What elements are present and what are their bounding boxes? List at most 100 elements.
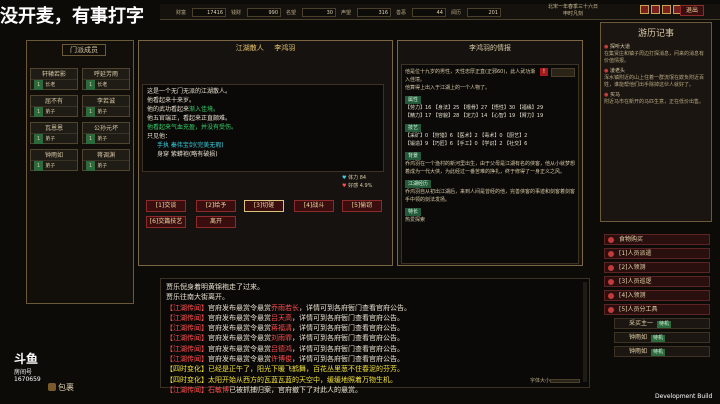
npc-action-button[interactable]: 离开 <box>196 216 236 228</box>
npc-line: 身穿 紫蟒袍(略有破损) <box>147 150 379 159</box>
heart-icon: ♥ <box>342 175 347 181</box>
log-text: 官府发布悬赏令悬赏 <box>208 334 271 343</box>
log-line: 贾乐往南大街离开。 <box>166 293 229 302</box>
log-tag: 【江湖传闻】 <box>166 324 208 333</box>
info-section-row: 【采矿】0 【狩猎】6 【医术】2 【毒术】0 【厨艺】2 <box>405 133 528 139</box>
npc-action-button[interactable]: [3]切磋 <box>244 200 284 212</box>
info-section-row: 【劳力】16 【身法】25 【根骨】27 【悟性】30 【福缘】29 <box>405 105 544 111</box>
side-item-label: [3]人员巡逻 <box>619 278 652 285</box>
side-item-label: [5]人员分工具 <box>619 306 658 313</box>
member-name: 瓦恩恩 <box>31 123 77 134</box>
travel-entry-head: ● 探听大道 <box>604 44 708 51</box>
top-stat-value: 316 <box>357 7 391 17</box>
side-item[interactable]: 钟雨如 待机 <box>614 332 710 343</box>
map-icon[interactable] <box>640 5 649 14</box>
member-card[interactable]: 李若诚 1 弟子 <box>82 95 130 117</box>
info-warning-icon: ! <box>540 68 548 76</box>
log-rest: ，详情可到各府衙门查看官府公告。 <box>292 324 404 333</box>
travel-entry-text: 浑水镇附近的山上住着一群流氓在欺负附近百姓，谁能帮他们出手除掉这伙人就好了。 <box>604 75 705 88</box>
npc-line-highlight: 渐入佳境。 <box>189 106 220 113</box>
npc-line: 这是一个无门无派的江湖散人。 <box>147 87 379 96</box>
side-item[interactable]: 钟雨如 待机 <box>614 346 710 357</box>
member-rank: 弟子 <box>97 163 108 169</box>
log-name: 石敏博 <box>208 385 229 394</box>
side-item[interactable]: [4]入领测 <box>604 290 710 301</box>
log-tag: 【江湖传闻】 <box>166 303 208 312</box>
npc-action-button[interactable]: [5]偷窃 <box>342 200 382 212</box>
sect-members-grid: 轩辕若影 1 长老 呼延芳雨 1 长老 屈不有 1 弟子 李若诚 1 弟子 瓦恩恩 1 弟子 公孙元坏 1 弟子钟… <box>30 68 130 171</box>
log-text: 官府发布悬赏令悬赏 <box>208 344 271 353</box>
log-tag: 【四时变化】 <box>166 365 208 374</box>
log-text: 官府发布悬赏令悬赏 <box>208 355 271 364</box>
info-section-row: 热爱探索 <box>405 217 426 223</box>
npc-description-box: 这是一个无门无派的江湖散人。 他看起来十来岁。 他的武功看起来渐入佳境。 他五官端正，… <box>142 84 384 172</box>
npc-action-button[interactable]: [2]给予 <box>196 200 236 212</box>
side-items: 食物购买 [1]人员派遣 [2]入领测 [3]人员巡逻 [4]入领测 [5]人员分工具采买… <box>604 234 710 357</box>
member-sub: 1 弟子 <box>83 107 129 117</box>
bag-button[interactable]: 包裹 <box>48 380 88 394</box>
npc-action-button[interactable]: [6]交篇技艺 <box>146 216 186 228</box>
side-item[interactable]: [2]入领测 <box>604 262 710 273</box>
side-item[interactable]: 采买主一 待机 <box>614 318 710 329</box>
font-size-slider[interactable] <box>550 379 580 383</box>
top-stat-value: 201 <box>467 7 501 17</box>
side-item-status: 待机 <box>651 349 666 356</box>
character-icon[interactable] <box>651 5 660 14</box>
member-sub: 1 长老 <box>83 80 129 90</box>
travel-entry-head: ● 凌老头 <box>604 68 708 75</box>
member-name: 蒋调渊 <box>83 150 129 161</box>
douyu-logo-mark: 斗鱼 <box>14 352 39 366</box>
member-card[interactable]: 瓦恩恩 1 弟子 <box>30 122 78 144</box>
log-line: 贾乐倪身着明黄锦袍走了过来。 <box>166 283 264 291</box>
log-line: 【四时变化】已经是正午了，阳光下暖飞鹤舞，百花丛里葱不住春泥的芬芳。 <box>166 364 576 374</box>
member-tag: 1 <box>34 134 44 144</box>
member-name: 钟雨如 <box>31 150 77 161</box>
info-section-label: 江湖经历 <box>405 180 432 188</box>
member-rank: 长老 <box>45 82 56 88</box>
member-card[interactable]: 屈不有 1 弟子 <box>30 95 78 117</box>
top-stat-value: 30 <box>302 7 336 17</box>
exit-button[interactable]: 退出 <box>680 5 704 16</box>
side-item-dot-icon <box>608 279 614 285</box>
info-intro2: 他算得上出入于江湖上的一个人物了。 <box>405 85 491 91</box>
member-card[interactable]: 轩辕若影 1 长老 <box>30 68 78 90</box>
log-text: 太阳开始从西方的瓦蓝瓦蓝的天空中，缓缓地照着万物生机。 <box>208 375 397 384</box>
bag-icon[interactable] <box>662 5 671 14</box>
member-card[interactable]: 钟雨如 1 弟子 <box>30 149 78 171</box>
npc-line-text: 他看起来十来岁。 <box>147 97 196 104</box>
member-name: 公孙元坏 <box>83 123 129 134</box>
npc-title-right: 李鸿羽 <box>274 44 296 52</box>
side-item[interactable]: 食物购买 <box>604 234 710 245</box>
room-id: 1670659 <box>14 376 41 383</box>
chat-scrollbar[interactable] <box>583 282 587 382</box>
top-stat-label: 财富 <box>176 9 187 16</box>
log-line: 【江湖传闻】官府发布悬赏令悬赏许博俊，详情可到各府衙门查看官府公告。 <box>166 354 576 364</box>
info-sections: 属性 【劳力】16 【身法】25 【根骨】27 【悟性】30 【福缘】29 【精力】… <box>405 92 575 224</box>
member-card[interactable]: 呼延芳雨 1 长老 <box>82 68 130 90</box>
member-card[interactable]: 蒋调渊 1 弟子 <box>82 149 130 171</box>
log-name: 刘雨霏 <box>271 334 292 343</box>
top-stat: 阅历 201 <box>451 7 501 17</box>
log-rest: ，详情可到各府衙门查看官府公告。 <box>292 313 404 322</box>
info-panel-body: 他是位十九岁的男性，天性忠厚正直(正邪60)，此人武功渐入佳境。 ! 他算得上出… <box>401 64 579 264</box>
npc-action-button[interactable]: [1]交谈 <box>146 200 186 212</box>
travel-entry-text: 在集贤庄和镇子周边打探消息，问来的消息有价值情报。 <box>604 51 705 64</box>
side-item[interactable]: [1]人员派遣 <box>604 248 710 259</box>
npc-line-text: 身穿 紫蟒袍(略有破损) <box>157 151 218 158</box>
npc-line-text: 他的武功看起来 <box>147 106 190 113</box>
travel-entry-head: ● 买马 <box>604 92 708 99</box>
top-stat-label: 钱财 <box>231 9 242 16</box>
side-item[interactable]: [5]人员分工具 <box>604 304 710 315</box>
log-text: 已被抓捕归案，官府撤下了对此人的悬赏。 <box>229 385 362 394</box>
chat-log-lines: 贾乐倪身着明黄锦袍走了过来。 贾乐往南大街离开。 【江湖传闻】官府发布悬赏令悬赏乔雨… <box>166 282 576 395</box>
npc-line: 只见他： <box>147 132 379 141</box>
side-item[interactable]: [3]人员巡逻 <box>604 276 710 287</box>
side-item-dot-icon <box>608 265 614 271</box>
member-card[interactable]: 公孙元坏 1 弟子 <box>82 122 130 144</box>
log-name: 吕德鸿 <box>271 344 292 353</box>
info-portrait <box>551 68 575 77</box>
npc-action-button[interactable]: [4]战斗 <box>294 200 334 212</box>
info-section-label: 技艺 <box>405 124 422 132</box>
top-stat: 名望 30 <box>286 7 336 17</box>
member-name: 屈不有 <box>31 96 77 107</box>
